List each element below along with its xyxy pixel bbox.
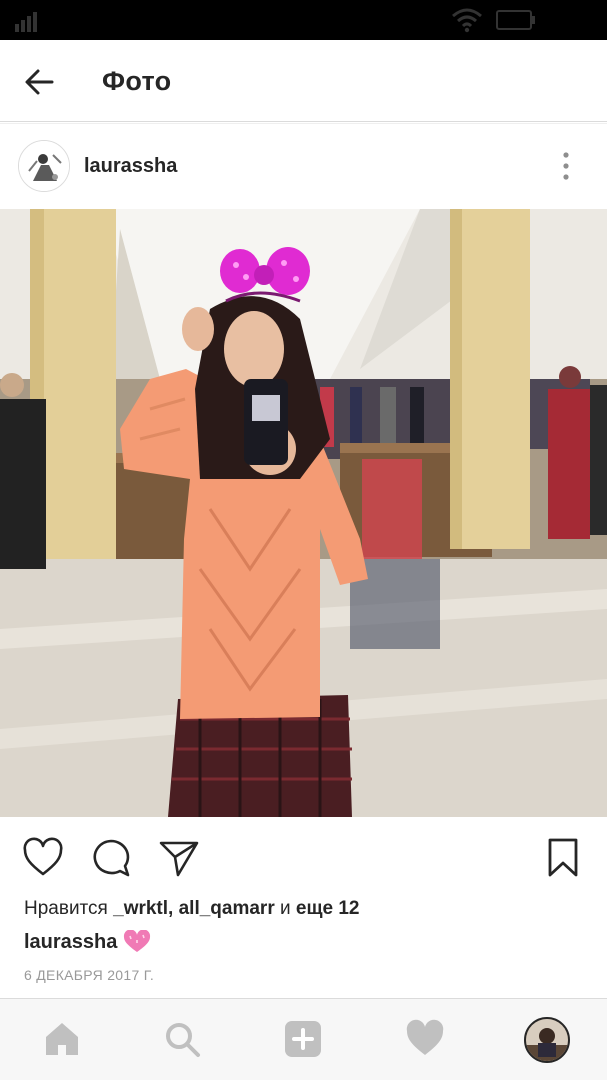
send-icon[interactable] (158, 837, 200, 879)
activity-heart-icon[interactable] (405, 1019, 445, 1059)
caption: laurassha (24, 930, 151, 954)
post-photo[interactable] (0, 209, 607, 817)
user-avatar[interactable] (18, 140, 70, 192)
page-title: Фото (102, 66, 172, 96)
search-icon[interactable] (162, 1019, 202, 1059)
battery-icon (496, 10, 535, 30)
arrow-left-icon[interactable] (22, 64, 58, 100)
signal-icon (15, 12, 37, 32)
likes-users[interactable]: _wrktl, all_qamarr (113, 898, 275, 919)
add-post-icon[interactable] (283, 1019, 323, 1059)
status-bar (0, 0, 607, 40)
post-date: 6 ДЕКАБРЯ 2017 Г. (24, 967, 155, 983)
likes-more[interactable]: еще 12 (296, 898, 360, 919)
likes-conjunction: и (280, 898, 291, 919)
app-header: Фото (0, 40, 607, 122)
likes-prefix: Нравится (24, 898, 108, 919)
wifi-icon (452, 8, 482, 33)
photo-image (0, 209, 607, 817)
more-vertical-icon[interactable] (556, 150, 576, 182)
bottom-nav (0, 998, 607, 1080)
comment-icon[interactable] (90, 837, 132, 879)
caption-username[interactable]: laurassha (24, 931, 117, 954)
profile-avatar[interactable] (524, 1017, 570, 1063)
sparkling-heart-emoji (124, 930, 151, 952)
home-icon[interactable] (42, 1019, 82, 1059)
likes-line[interactable]: Нравится _wrktl, all_qamarr и еще 12 (24, 898, 359, 920)
bookmark-icon[interactable] (544, 837, 582, 879)
post-header: laurassha (0, 123, 607, 209)
post-username[interactable]: laurassha (84, 155, 177, 178)
heart-outline-icon[interactable] (22, 837, 64, 879)
post-actions (0, 817, 607, 895)
